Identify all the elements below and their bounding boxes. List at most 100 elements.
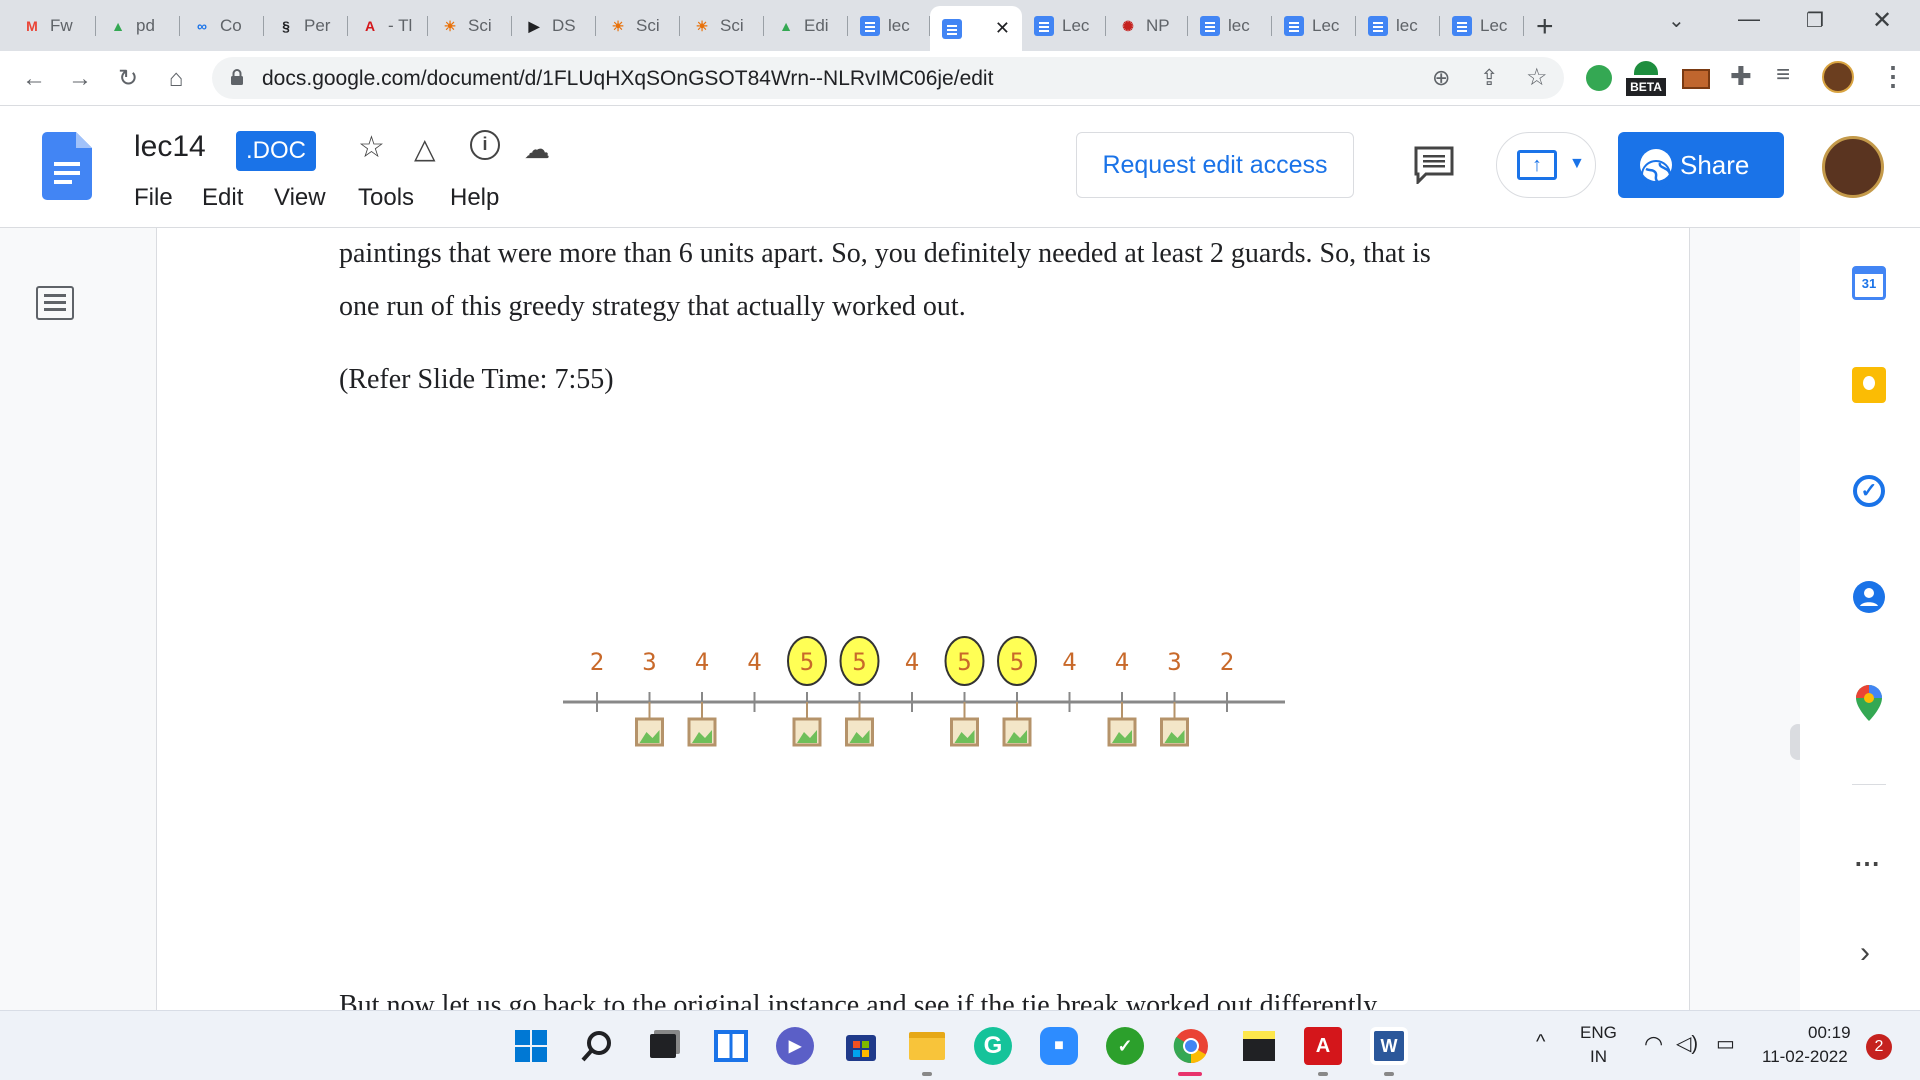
language-label[interactable]: ENG <box>1580 1023 1617 1043</box>
browser-tab[interactable]: ▲ Edi <box>764 8 848 44</box>
maps-icon[interactable] <box>1850 684 1888 722</box>
clock-date[interactable]: 11-02-2022 <box>1762 1047 1848 1067</box>
docs-logo-icon[interactable] <box>42 132 92 200</box>
store-icon[interactable] <box>842 1027 880 1065</box>
reload-icon[interactable]: ↻ <box>114 65 142 93</box>
zoom-app-icon[interactable]: ■ <box>1040 1027 1078 1065</box>
word-icon[interactable]: W <box>1370 1027 1408 1065</box>
volume-icon[interactable]: ◁) <box>1676 1031 1698 1056</box>
close-window-icon[interactable]: ✕ <box>1872 6 1892 35</box>
browser-tab[interactable]: ☀ Sci <box>680 8 764 44</box>
tab-label: Lec <box>1480 16 1508 35</box>
browser-tab[interactable]: lec <box>1356 8 1440 44</box>
menu-edit[interactable]: Edit <box>202 184 243 212</box>
calendar-icon[interactable]: 31 <box>1850 264 1888 302</box>
address-bar[interactable]: docs.google.com/document/d/1FLUqHXqSOnGS… <box>212 57 1564 99</box>
browser-tab[interactable]: Lec <box>1022 8 1106 44</box>
forward-icon[interactable]: → <box>66 65 94 93</box>
home-icon[interactable]: ⌂ <box>162 65 190 93</box>
zoom-icon[interactable]: ⊕ <box>1432 65 1450 91</box>
minimize-icon[interactable]: — <box>1738 6 1760 32</box>
more-options-icon[interactable]: ⋯ <box>1854 848 1880 879</box>
browser-tab[interactable]: ☀ Sci <box>596 8 680 44</box>
cloud-status-icon[interactable]: ☁ <box>524 134 550 165</box>
move-to-drive-icon[interactable]: △ <box>414 132 436 165</box>
running-indicator <box>1384 1072 1394 1076</box>
painting-icon <box>687 702 717 747</box>
lock-icon[interactable] <box>230 68 244 91</box>
notification-badge[interactable]: 2 <box>1866 1034 1892 1060</box>
menu-file[interactable]: File <box>134 184 173 212</box>
expand-panel-icon[interactable]: › <box>1860 936 1870 970</box>
browser-menu-icon[interactable]: ⋮ <box>1880 61 1906 92</box>
widgets-icon[interactable] <box>712 1027 750 1065</box>
share-page-icon[interactable]: ⇪ <box>1480 65 1498 91</box>
extensions-puzzle-icon[interactable]: ✚ <box>1730 61 1752 92</box>
browser-tab[interactable]: ▲ pd <box>96 8 180 44</box>
grammarly-icon[interactable]: G <box>974 1027 1012 1065</box>
guard-count-label: 4 <box>905 648 919 676</box>
wifi-icon[interactable]: ◠ <box>1644 1031 1663 1057</box>
share-button[interactable]: Share <box>1618 132 1784 198</box>
profile-avatar[interactable] <box>1822 61 1854 93</box>
bookmark-star-icon[interactable]: ☆ <box>1526 63 1548 92</box>
browser-tab[interactable]: ✺ NP <box>1106 8 1188 44</box>
present-button[interactable]: ↑ ▼ <box>1496 132 1596 198</box>
tab-label: Sci <box>636 16 660 35</box>
request-edit-access-button[interactable]: Request edit access <box>1076 132 1354 198</box>
document-title[interactable]: lec14 <box>134 130 206 164</box>
media-queue-icon[interactable]: ≡ <box>1776 61 1790 89</box>
clock-time[interactable]: 00:19 <box>1808 1023 1851 1043</box>
extension-brick-icon[interactable] <box>1682 69 1710 89</box>
search-icon[interactable] <box>578 1027 616 1065</box>
restore-icon[interactable]: ❐ <box>1806 8 1824 33</box>
guard-count-label: 4 <box>1115 648 1129 676</box>
windows-start-icon[interactable] <box>512 1027 550 1065</box>
menu-tools[interactable]: Tools <box>358 184 414 212</box>
battery-icon[interactable]: ▭ <box>1716 1031 1735 1056</box>
teams-chat-icon[interactable]: ▶ <box>776 1027 814 1065</box>
task-view-icon[interactable] <box>644 1027 682 1065</box>
browser-tab[interactable]: ▶ DS <box>512 8 596 44</box>
extension-beta-icon[interactable]: BETA <box>1626 61 1666 97</box>
tab-search-icon[interactable]: ⌄ <box>1668 8 1685 33</box>
document-outline-icon[interactable] <box>36 286 74 320</box>
browser-tab[interactable]: lec <box>1188 8 1272 44</box>
browser-tab[interactable]: Lec <box>1440 8 1524 44</box>
keep-icon[interactable] <box>1850 366 1888 404</box>
browser-tab[interactable]: M Fw <box>10 8 96 44</box>
region-label[interactable]: IN <box>1590 1047 1607 1067</box>
show-hidden-icons[interactable]: ^ <box>1536 1031 1545 1054</box>
windows-taskbar: ▶ G ■ ✓ A W ^ ENG IN ◠ ◁) ▭ 00:19 11-02-… <box>0 1010 1920 1080</box>
close-tab-icon[interactable]: ✕ <box>995 18 1010 39</box>
menu-view[interactable]: View <box>274 184 326 212</box>
file-type-badge: .DOC <box>236 131 316 171</box>
browser-tab[interactable]: lec <box>848 8 930 44</box>
comments-icon[interactable] <box>1414 146 1454 186</box>
browser-tab[interactable]: A - Tl <box>348 8 428 44</box>
menu-help[interactable]: Help <box>450 184 499 212</box>
back-icon[interactable]: ← <box>20 65 48 93</box>
browser-tab[interactable]: Lec <box>1272 8 1356 44</box>
share-button-label: Share <box>1680 150 1750 180</box>
browser-tab[interactable]: ✕ <box>930 6 1022 51</box>
browser-tab[interactable]: ∞ Co <box>180 8 264 44</box>
document-page[interactable]: paintings that were more than 6 units ap… <box>156 228 1690 1010</box>
present-dropdown-icon[interactable]: ▼ <box>1569 155 1585 173</box>
browser-tab[interactable]: § Per <box>264 8 348 44</box>
tasks-icon[interactable]: ✓ <box>1850 472 1888 510</box>
browser-tab[interactable]: ☀ Sci <box>428 8 512 44</box>
evernote-icon[interactable]: ✓ <box>1106 1027 1144 1065</box>
beta-badge: BETA <box>1626 78 1666 96</box>
info-icon[interactable]: i <box>470 130 500 160</box>
new-tab-button[interactable]: + <box>1536 10 1554 44</box>
file-explorer-icon[interactable] <box>908 1027 946 1065</box>
extension-green-icon[interactable] <box>1586 65 1612 91</box>
account-avatar[interactable] <box>1822 136 1884 198</box>
sticky-notes-icon[interactable] <box>1240 1027 1278 1065</box>
contacts-icon[interactable] <box>1850 578 1888 616</box>
chrome-icon[interactable] <box>1172 1027 1210 1065</box>
tab-label: Per <box>304 16 331 35</box>
acrobat-reader-icon[interactable]: A <box>1304 1027 1342 1065</box>
star-icon[interactable]: ☆ <box>358 130 385 165</box>
